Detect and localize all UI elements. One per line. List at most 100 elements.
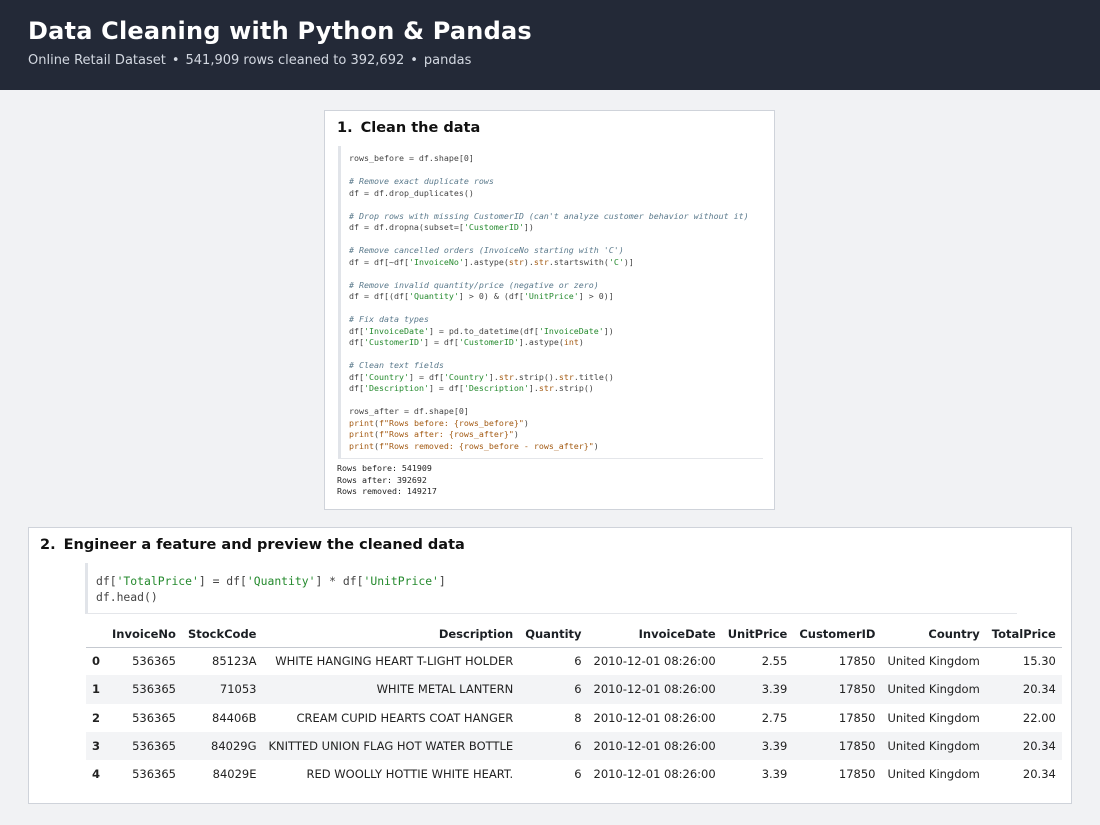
table-cell: WHITE METAL LANTERN [376, 682, 514, 697]
code-comment: # Drop rows with missing CustomerID (can… [349, 210, 749, 221]
code-string: 'Quantity' [246, 574, 316, 588]
code-string: 'InvoiceNo' [408, 256, 464, 267]
code-keyword: f"Rows after: {rows_after}" [378, 429, 514, 439]
code-line: # Remove cancelled orders (InvoiceNo sta… [349, 245, 749, 257]
code-string: 'UnitPrice' [523, 291, 579, 301]
code-keyword: str [498, 371, 514, 382]
code-token: .title() [573, 371, 614, 382]
table-cell: 20.34 [1022, 682, 1056, 697]
code-keyword: str [533, 256, 549, 267]
code-line: df = df.drop_duplicates() [349, 188, 749, 200]
table-cell: RED WOOLLY HOTTIE WHITE HEART. [306, 767, 514, 782]
code-string: 'C' [608, 256, 624, 267]
code-line: df['Country'] = df['Country'].str.strip(… [349, 372, 749, 384]
code-block[interactable]: rows_before = df.shape[0] # Remove exact… [338, 146, 763, 459]
separator: • [410, 53, 418, 68]
code-line: rows_before = df.shape[0] [349, 153, 749, 165]
code-line: df.head() [96, 589, 446, 605]
code-token: ].astype( [463, 256, 509, 267]
dataframe-output: InvoiceNo StockCode Description Quantity Inv… [86, 622, 1062, 789]
code-token: ] > 0) & (df[ [458, 291, 524, 301]
table-cell: 536365 [132, 739, 176, 754]
code-token: df.head() [96, 590, 158, 604]
code-line: rows_after = df.shape[0] [349, 406, 749, 418]
table-cell: 536365 [132, 654, 176, 669]
table-cell: 17850 [838, 767, 876, 782]
cell-number: 1. [337, 120, 353, 136]
table-cell: 2010-12-01 08:26:00 [593, 767, 716, 782]
code-keyword: str [538, 383, 554, 393]
code-token: ] = df[ [428, 383, 464, 393]
row-index: 3 [92, 739, 101, 754]
code-line: # Remove exact duplicate rows [349, 176, 749, 188]
table-header-row: InvoiceNo StockCode Description Quantity Inv… [86, 622, 1062, 648]
row-index: 4 [92, 767, 101, 782]
code-token: ] = df[ [198, 574, 247, 588]
cell-heading: 2. Engineer a feature and preview the cle… [40, 537, 465, 553]
code-token: ] * df[ [315, 574, 364, 588]
table-cell: 536365 [132, 767, 176, 782]
code-string: 'CustomerID' [463, 222, 524, 232]
output-line: Rows after: 392692 [337, 474, 427, 485]
code-token: ). [523, 256, 534, 267]
table-cell: 84029E [212, 767, 257, 782]
table-cell: 22.00 [1022, 710, 1056, 725]
code-line: df['InvoiceDate'] = pd.to_datetime(df['I… [349, 326, 749, 338]
table-cell: 6 [574, 682, 582, 697]
code-string: 'InvoiceDate' [538, 325, 604, 336]
code-line: # Clean text fields [349, 360, 749, 372]
code-token: ) [593, 440, 599, 451]
column-header: UnitPrice [721, 622, 794, 648]
code-text[interactable]: df['TotalPrice'] = df['Quantity'] * df['… [96, 573, 446, 605]
table-cell: 536365 [132, 710, 176, 725]
code-line: df['TotalPrice'] = df['Quantity'] * df['… [96, 573, 446, 589]
table-cell: 2010-12-01 08:26:00 [593, 654, 716, 669]
table-cell: 6 [574, 654, 582, 669]
page-header: Data Cleaning with Python & Pandas Onlin… [0, 0, 1100, 90]
table-cell: 84406B [212, 710, 257, 725]
table-cell: KNITTED UNION FLAG HOT WATER BOTTLE [268, 739, 514, 754]
code-text[interactable]: rows_before = df.shape[0] # Remove exact… [349, 153, 749, 452]
notebook-cell-clean[interactable]: 1. Clean the data rows_before = df.shape[… [324, 110, 775, 510]
column-header: TotalPrice [985, 622, 1062, 648]
table-cell: 15.30 [1022, 654, 1056, 669]
code-token: ] = df[ [423, 337, 459, 347]
code-line: # Fix data types [349, 314, 749, 326]
table-cell: 17850 [838, 710, 876, 725]
code-token: ] = pd.to_datetime(df[ [428, 325, 539, 336]
code-block[interactable]: df['TotalPrice'] = df['Quantity'] * df['… [85, 563, 1017, 614]
column-header: Description [262, 622, 520, 648]
column-header: CustomerID [793, 622, 882, 648]
table-row: 4 536365 84029E RED WOOLLY HOTTIE WHITE HEA… [86, 760, 1062, 789]
code-token: ]) [523, 222, 534, 232]
code-token: ].astype( [518, 337, 564, 347]
code-string: 'Description' [463, 383, 529, 393]
code-line: # Remove invalid quantity/price (negativ… [349, 280, 749, 292]
table-cell: 84029G [211, 739, 257, 754]
separator: • [171, 53, 180, 68]
code-line: # Drop rows with missing CustomerID (can… [349, 211, 749, 223]
table-cell: 6 [574, 739, 582, 754]
table-cell: United Kingdom [887, 739, 980, 754]
column-header: StockCode [181, 622, 263, 648]
code-token: ] [438, 574, 446, 588]
notebook-cell-preview[interactable]: 2. Engineer a feature and preview the cle… [28, 527, 1072, 804]
code-line: print(f"Rows before: {rows_before}") [349, 418, 749, 430]
table-cell: 2010-12-01 08:26:00 [593, 710, 716, 725]
table-cell: 85123A [212, 654, 257, 669]
code-keyword: f"Rows removed: {rows_before - rows_afte… [378, 440, 594, 451]
table-cell: 2010-12-01 08:26:00 [593, 739, 716, 754]
code-token: ] > 0)] [578, 291, 614, 301]
rows-summary: 541,909 rows cleaned to 392,692 [185, 53, 405, 68]
code-line: df = df[(df['Quantity'] > 0) & (df['Unit… [349, 291, 749, 303]
code-keyword: print [349, 429, 374, 439]
code-string: 'UnitPrice' [363, 574, 439, 588]
table-cell: 20.34 [1022, 767, 1056, 782]
code-token: ]) [603, 325, 614, 336]
table-cell: 8 [574, 710, 582, 725]
code-token: df[ [96, 574, 117, 588]
code-string: 'CustomerID' [364, 337, 424, 347]
table-cell: 17850 [838, 739, 876, 754]
